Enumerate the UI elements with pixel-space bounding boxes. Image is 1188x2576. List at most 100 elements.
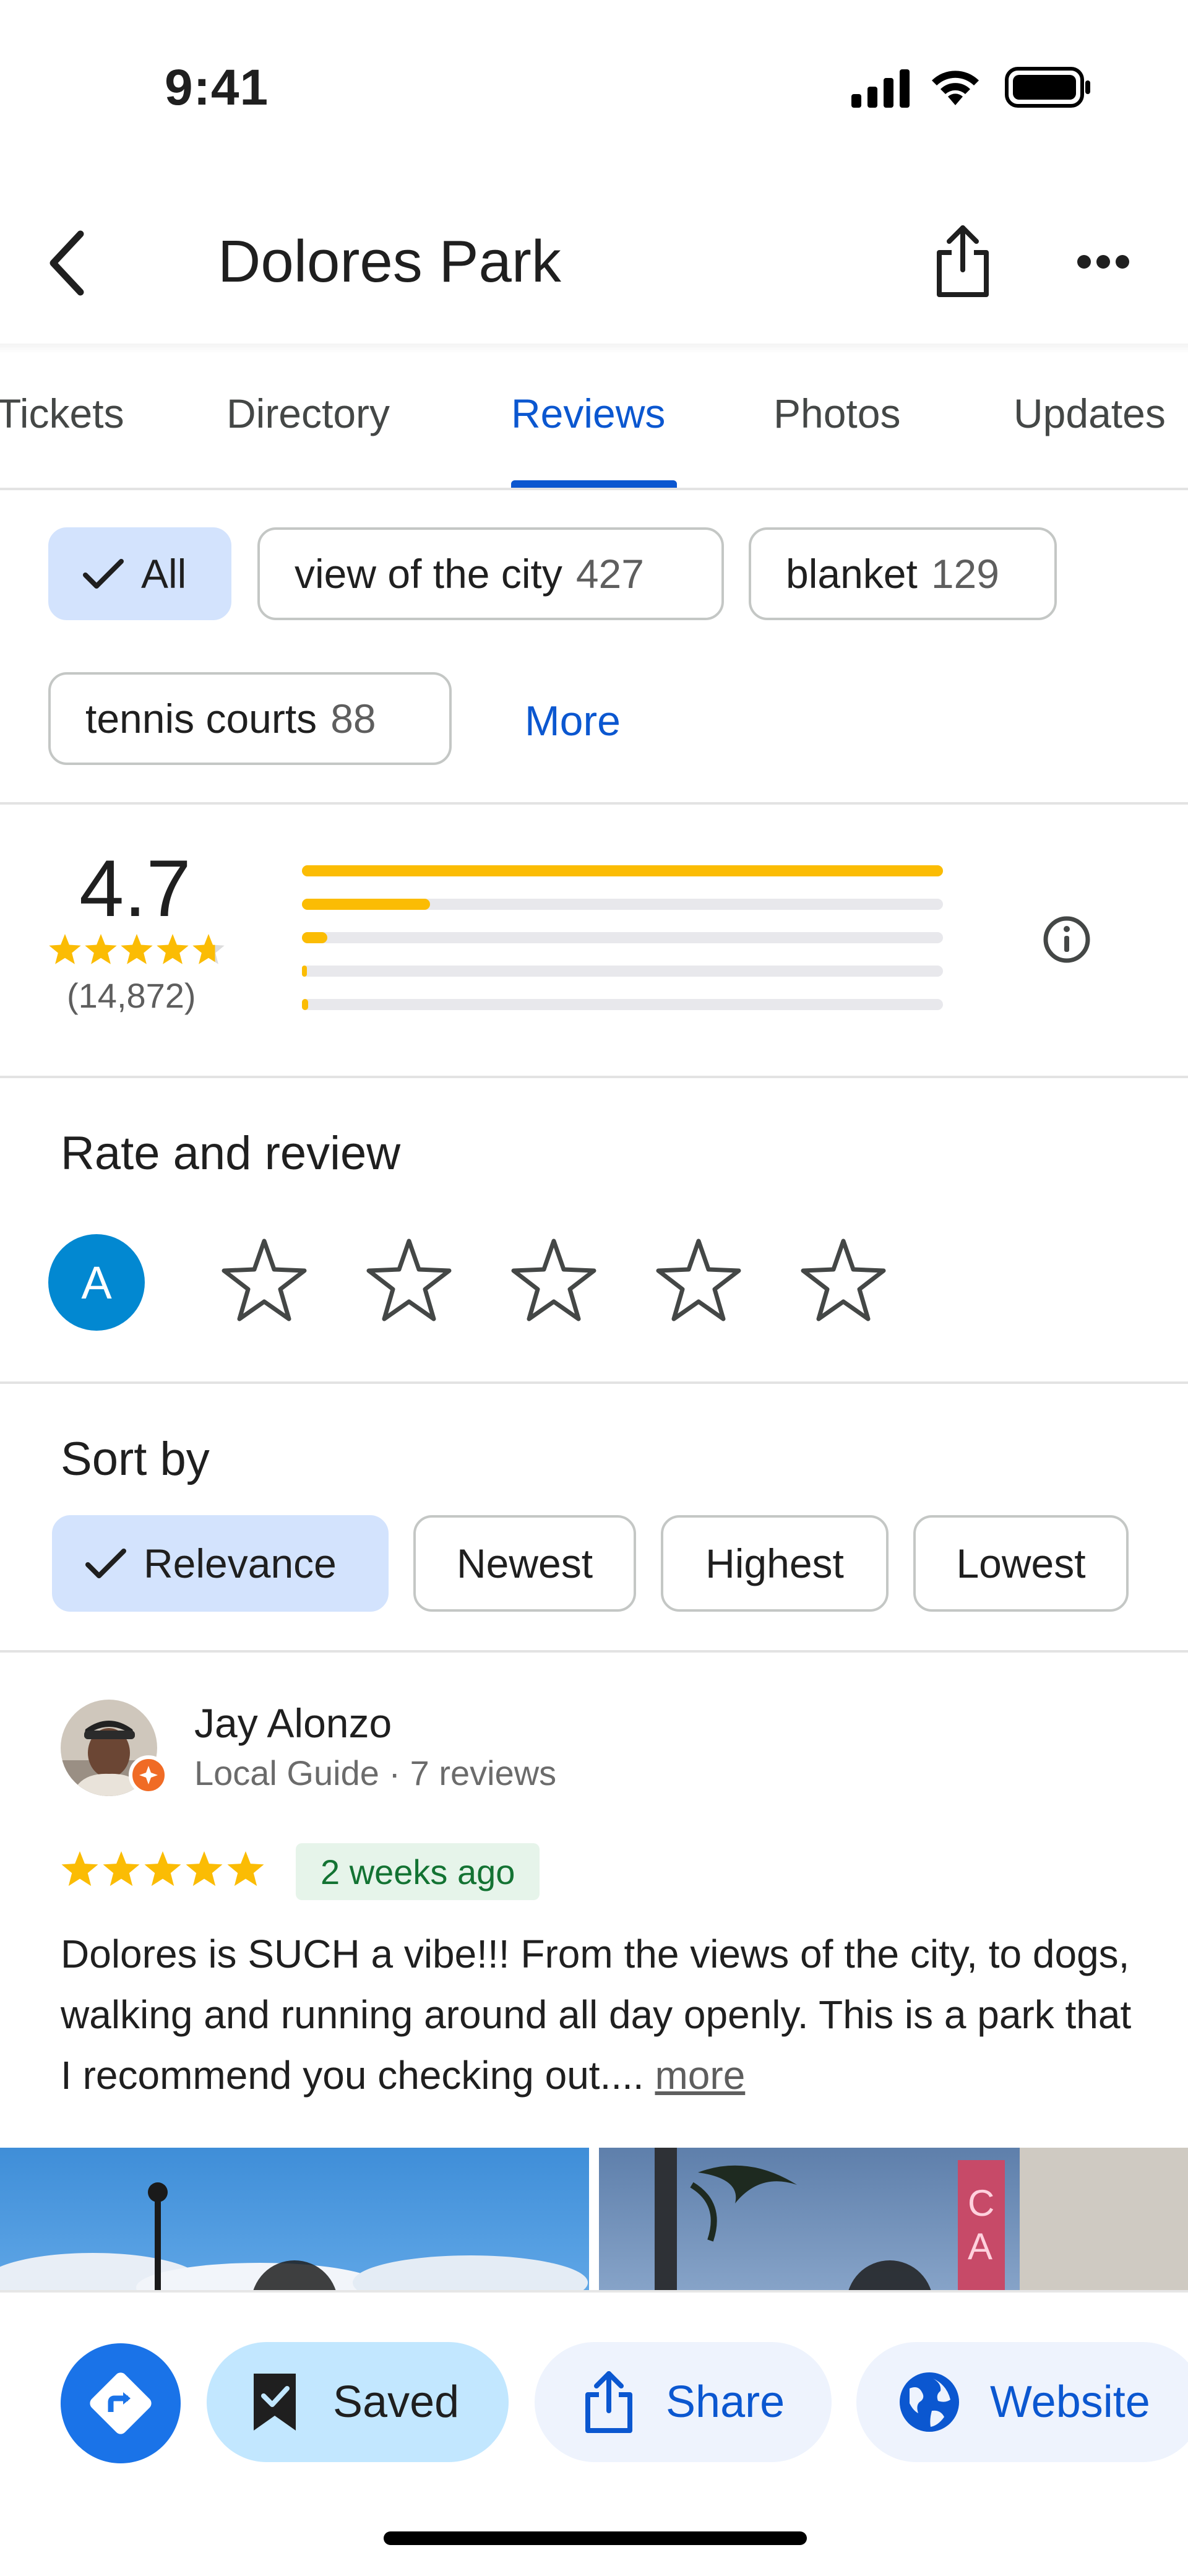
- review-photo-2[interactable]: C A: [599, 2148, 1188, 2290]
- tab-reviews[interactable]: Reviews: [511, 390, 665, 437]
- tab-tickets[interactable]: Tickets: [0, 390, 124, 437]
- rate-star-1-icon[interactable]: [218, 1235, 311, 1328]
- share-label: Share: [666, 2377, 785, 2427]
- share-icon[interactable]: [933, 223, 992, 300]
- star-icon: [121, 934, 153, 964]
- globe-icon: [900, 2372, 959, 2432]
- rating-bar-fill: [302, 932, 327, 943]
- chip-label: All: [141, 551, 187, 597]
- rating-bar-5-star: [302, 865, 943, 876]
- tab-photos[interactable]: Photos: [773, 390, 900, 437]
- sort-newest-button[interactable]: Newest: [413, 1515, 636, 1612]
- rating-bar-fill: [302, 966, 307, 977]
- chip-label: tennis courts: [85, 696, 317, 741]
- reviewer-meta: Local Guide · 7 reviews: [194, 1753, 557, 1792]
- saved-label: Saved: [333, 2377, 460, 2427]
- star-icon: [192, 934, 225, 964]
- reviewer-name[interactable]: Jay Alonzo: [194, 1700, 392, 1747]
- tab-updates[interactable]: Updates: [1014, 390, 1166, 437]
- chips-divider: [0, 802, 1188, 805]
- rating-bar-fill: [302, 899, 430, 910]
- star-icon: [157, 934, 189, 964]
- sort-title: Sort by: [61, 1433, 210, 1485]
- star-icon: [49, 934, 81, 964]
- rating-stars: [49, 934, 225, 964]
- local-guide-badge: [129, 1755, 168, 1795]
- review-text: Dolores is SUCH a vibe!!! From the views…: [61, 1924, 1137, 2106]
- review-photo-1[interactable]: [0, 2148, 589, 2290]
- rating-score: 4.7: [79, 843, 191, 933]
- rate-star-3-icon[interactable]: [507, 1235, 600, 1328]
- sort-relevance-button[interactable]: Relevance: [52, 1515, 389, 1612]
- rating-divider: [0, 1076, 1188, 1078]
- chip-tennis-courts[interactable]: tennis courts 88: [48, 672, 452, 765]
- website-label: Website: [990, 2377, 1150, 2427]
- share-action-icon: [585, 2371, 632, 2433]
- star-icon: [144, 1851, 181, 1887]
- rate-star-2-icon[interactable]: [363, 1235, 455, 1328]
- chip-all[interactable]: All: [48, 527, 231, 620]
- rating-count: (14,872): [67, 976, 196, 1015]
- rate-star-5-icon[interactable]: [797, 1235, 890, 1328]
- svg-text:C: C: [968, 2182, 994, 2224]
- rating-bar-2-star: [302, 966, 943, 977]
- star-icon: [103, 1851, 140, 1887]
- chip-blanket[interactable]: blanket 129: [749, 527, 1057, 620]
- review-body: Dolores is SUCH a vibe!!! From the views…: [61, 1932, 1132, 2098]
- website-button[interactable]: Website: [856, 2342, 1188, 2462]
- avatar: A: [48, 1234, 145, 1331]
- sort-highest-button[interactable]: Highest: [661, 1515, 889, 1612]
- review-time: 2 weeks ago: [321, 1852, 515, 1891]
- checkmark-icon: [83, 559, 124, 589]
- page-title: Dolores Park: [218, 228, 561, 295]
- battery-icon: [1005, 67, 1090, 108]
- chip-label: blanket: [786, 551, 918, 597]
- star-icon: [227, 1851, 264, 1887]
- more-options-icon[interactable]: [1077, 254, 1130, 270]
- chip-count: 129: [931, 551, 999, 597]
- sort-label: Newest: [456, 1541, 593, 1586]
- tabs-divider: [0, 488, 1188, 490]
- saved-button[interactable]: Saved: [207, 2342, 509, 2462]
- wifi-icon: [932, 71, 979, 105]
- rating-bar-4-star: [302, 899, 943, 910]
- cellular-signal-icon: [851, 69, 910, 108]
- home-indicator: [384, 2531, 807, 2545]
- more-topics-button[interactable]: More: [525, 697, 621, 745]
- local-guide-star-icon: [139, 1766, 158, 1784]
- sort-lowest-button[interactable]: Lowest: [913, 1515, 1129, 1612]
- rating-bar-1-star: [302, 999, 943, 1010]
- active-tab-indicator: [511, 480, 677, 488]
- sort-label: Relevance: [144, 1541, 337, 1586]
- review-time-badge: 2 weeks ago: [296, 1843, 540, 1900]
- review-photo-2-scene: C A: [655, 2148, 1188, 2290]
- rating-bar-fill: [302, 999, 308, 1010]
- tab-directory[interactable]: Directory: [226, 390, 390, 437]
- review-photo-1-scene: [0, 2182, 588, 2290]
- chip-count: 88: [330, 696, 376, 741]
- star-icon: [85, 934, 117, 964]
- rating-bar-fill: [302, 865, 943, 876]
- back-arrow-icon[interactable]: [42, 229, 92, 297]
- checkmark-icon: [85, 1549, 126, 1578]
- sort-divider: [0, 1650, 1188, 1653]
- review-stars: [61, 1851, 264, 1887]
- rate-divider: [0, 1381, 1188, 1384]
- rate-star-4-icon[interactable]: [652, 1235, 745, 1328]
- avatar-letter: A: [81, 1256, 112, 1308]
- svg-text:A: A: [968, 2226, 992, 2267]
- rate-review-title: Rate and review: [61, 1127, 401, 1180]
- chip-view-of-the-city[interactable]: view of the city 427: [257, 527, 724, 620]
- star-icon: [61, 1851, 98, 1887]
- status-time: 9:41: [165, 59, 269, 116]
- directions-icon: [90, 2372, 152, 2434]
- directions-button[interactable]: [61, 2343, 181, 2463]
- info-icon[interactable]: [1042, 915, 1091, 964]
- bookmark-icon: [254, 2374, 296, 2431]
- chip-label: view of the city: [295, 551, 562, 597]
- rating-bar-3-star: [302, 932, 943, 943]
- share-button[interactable]: Share: [535, 2342, 832, 2462]
- chip-count: 427: [575, 551, 644, 597]
- star-icon: [186, 1851, 223, 1887]
- review-more-link[interactable]: more: [655, 2053, 745, 2098]
